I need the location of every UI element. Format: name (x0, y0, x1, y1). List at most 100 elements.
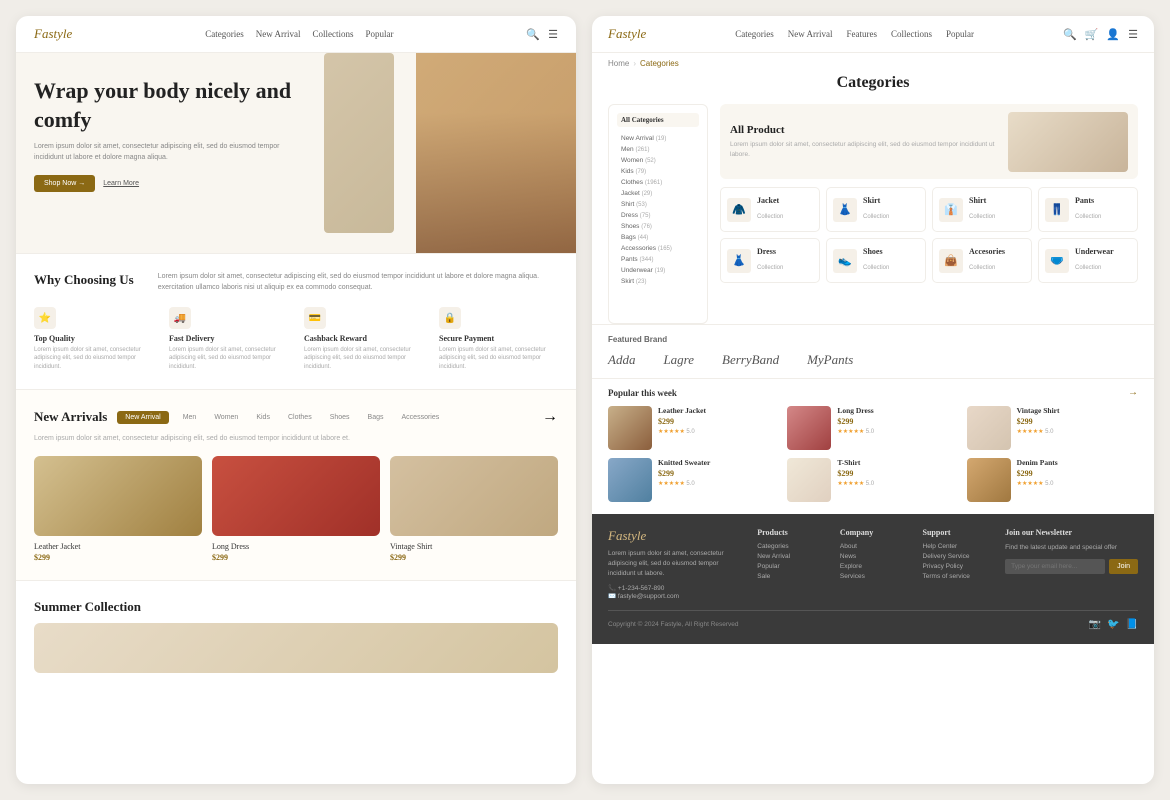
sidebar-item-jacket[interactable]: Jacket (29) (617, 188, 699, 199)
learn-more-button[interactable]: Learn More (103, 180, 139, 187)
right-nav-features[interactable]: Features (847, 29, 878, 39)
popular-img-4 (608, 458, 652, 502)
right-user-icon[interactable]: 👤 (1106, 28, 1120, 41)
right-logo: Fastyle (608, 26, 646, 42)
right-nav-popular[interactable]: Popular (946, 29, 974, 39)
popular-arrow[interactable]: → (1128, 387, 1138, 398)
footer-link-popular[interactable]: Popular (757, 563, 824, 570)
nav-link-new-arrival[interactable]: New Arrival (256, 29, 301, 39)
right-menu-icon[interactable]: ☰ (1128, 28, 1138, 41)
tab-women[interactable]: Women (210, 411, 242, 424)
featured-brand-section: Featured Brand Adda Lagre BerryBand MyPa… (592, 324, 1154, 378)
menu-icon[interactable]: ☰ (548, 28, 558, 41)
footer-phone: 📞 +1-234-567-890 (608, 584, 741, 592)
summer-title: Summer Collection (34, 599, 558, 615)
tab-clothes[interactable]: Clothes (284, 411, 316, 424)
accessories-name: Accesories (969, 247, 1005, 256)
sidebar-item-new-arrival[interactable]: New Arrival (19) (617, 133, 699, 144)
nav-link-categories[interactable]: Categories (205, 29, 244, 39)
footer-link-news[interactable]: News (840, 553, 907, 560)
right-nav-categories[interactable]: Categories (735, 29, 774, 39)
brand-lagre[interactable]: Lagre (663, 352, 694, 368)
hero-buttons: Shop Now → Learn More (34, 175, 306, 192)
sidebar-item-dress[interactable]: Dress (75) (617, 210, 699, 221)
breadcrumb-home[interactable]: Home (608, 59, 629, 68)
popular-price-6: $299 (1017, 469, 1058, 478)
cat-item-shoes[interactable]: 👟 Shoes Collection (826, 238, 926, 283)
footer-link-delivery[interactable]: Delivery Service (923, 553, 990, 560)
footer-link-explore[interactable]: Explore (840, 563, 907, 570)
instagram-icon[interactable]: 📷 (1089, 619, 1101, 630)
footer-link-terms[interactable]: Terms of service (923, 573, 990, 580)
sidebar-item-underwear[interactable]: Underwear (19) (617, 265, 699, 276)
right-search-icon[interactable]: 🔍 (1063, 28, 1077, 41)
cat-item-pants[interactable]: 👖 Pants Collection (1038, 187, 1138, 232)
nav-link-popular[interactable]: Popular (365, 29, 393, 39)
skirt-label: Collection (863, 214, 889, 220)
shop-now-button[interactable]: Shop Now → (34, 175, 95, 192)
cat-item-dress[interactable]: 👗 Dress Collection (720, 238, 820, 283)
brand-mypants[interactable]: MyPants (807, 352, 853, 368)
popular-title: Popular this week (608, 388, 677, 398)
arrivals-description: Lorem ipsum dolor sit amet, consectetur … (34, 434, 558, 444)
cat-item-skirt[interactable]: 👗 Skirt Collection (826, 187, 926, 232)
search-icon[interactable]: 🔍 (526, 28, 540, 41)
popular-img-2 (787, 406, 831, 450)
brand-adda[interactable]: Adda (608, 352, 635, 368)
cat-item-shirt[interactable]: 👔 Shirt Collection (932, 187, 1032, 232)
newsletter-input[interactable] (1005, 559, 1105, 574)
popular-img-1 (608, 406, 652, 450)
footer-link-help[interactable]: Help Center (923, 543, 990, 550)
nav-link-collections[interactable]: Collections (312, 29, 353, 39)
newsletter-button[interactable]: Join (1109, 559, 1138, 574)
product-name-1: Leather Jacket (34, 542, 202, 551)
footer-link-categories[interactable]: Categories (757, 543, 824, 550)
sidebar-item-clothes[interactable]: Clothes (1961) (617, 177, 699, 188)
footer-description: Lorem ipsum dolor sit amet, consectetur … (608, 549, 741, 578)
footer-link-services[interactable]: Services (840, 573, 907, 580)
cat-item-underwear[interactable]: 🩲 Underwear Collection (1038, 238, 1138, 283)
arrivals-arrow[interactable] (542, 408, 558, 426)
popular-item-6: Denim Pants $299 ★★★★★ 5.0 (967, 458, 1138, 502)
footer-support-title: Support (923, 528, 990, 537)
right-nav-new-arrival[interactable]: New Arrival (788, 29, 833, 39)
tab-kids[interactable]: Kids (252, 411, 274, 424)
footer-link-privacy[interactable]: Privacy Policy (923, 563, 990, 570)
products-grid: Leather Jacket $299 Long Dress $299 Vint… (34, 456, 558, 562)
left-nav-icons: 🔍 ☰ (526, 28, 558, 41)
facebook-icon[interactable]: 📘 (1126, 619, 1138, 630)
product-card-3: Vintage Shirt $299 (390, 456, 558, 562)
footer-link-about[interactable]: About (840, 543, 907, 550)
banner-text: All Product Lorem ipsum dolor sit amet, … (730, 124, 998, 158)
sidebar-item-men[interactable]: Men (261) (617, 144, 699, 155)
footer-link-new-arrival[interactable]: New Arrival (757, 553, 824, 560)
product-card-1: Leather Jacket $299 (34, 456, 202, 562)
skirt-text: Skirt Collection (863, 196, 889, 223)
tab-shoes[interactable]: Shoes (326, 411, 354, 424)
brand-berryband[interactable]: BerryBand (722, 352, 779, 368)
sidebar-item-women[interactable]: Women (52) (617, 155, 699, 166)
sidebar-item-shoes[interactable]: Shoes (76) (617, 221, 699, 232)
twitter-icon[interactable]: 🐦 (1107, 619, 1119, 630)
hero-title: Wrap your body nicely and comfy (34, 77, 306, 134)
feature-delivery-desc: Lorem ipsum dolor sit amet, consectetur … (169, 346, 288, 371)
tab-bags[interactable]: Bags (364, 411, 388, 424)
features-grid: ⭐ Top Quality Lorem ipsum dolor sit amet… (34, 307, 558, 371)
tab-men[interactable]: Men (179, 411, 201, 424)
sidebar-item-pants[interactable]: Pants (344) (617, 254, 699, 265)
right-nav-collections[interactable]: Collections (891, 29, 932, 39)
cat-item-jacket[interactable]: 🧥 Jacket Collection (720, 187, 820, 232)
sidebar-item-kids[interactable]: Kids (79) (617, 166, 699, 177)
sidebar-item-bags[interactable]: Bags (44) (617, 232, 699, 243)
right-cart-icon[interactable]: 🛒 (1085, 28, 1099, 41)
why-section: Why Choosing Us Lorem ipsum dolor sit am… (16, 253, 576, 389)
sidebar-item-accessories[interactable]: Accessories (165) (617, 243, 699, 254)
tab-accessories[interactable]: Accessories (398, 411, 444, 424)
footer-link-sale[interactable]: Sale (757, 573, 824, 580)
footer-support-col: Support Help Center Delivery Service Pri… (923, 528, 990, 600)
sidebar-item-skirt[interactable]: Skirt (23) (617, 276, 699, 287)
sidebar-item-shirt[interactable]: Shirt (53) (617, 199, 699, 210)
cat-item-accessories[interactable]: 👜 Accesories Collection (932, 238, 1032, 283)
popular-stars-5: ★★★★★ 5.0 (837, 480, 874, 487)
tab-new-arrival[interactable]: New Arrival (117, 411, 168, 424)
